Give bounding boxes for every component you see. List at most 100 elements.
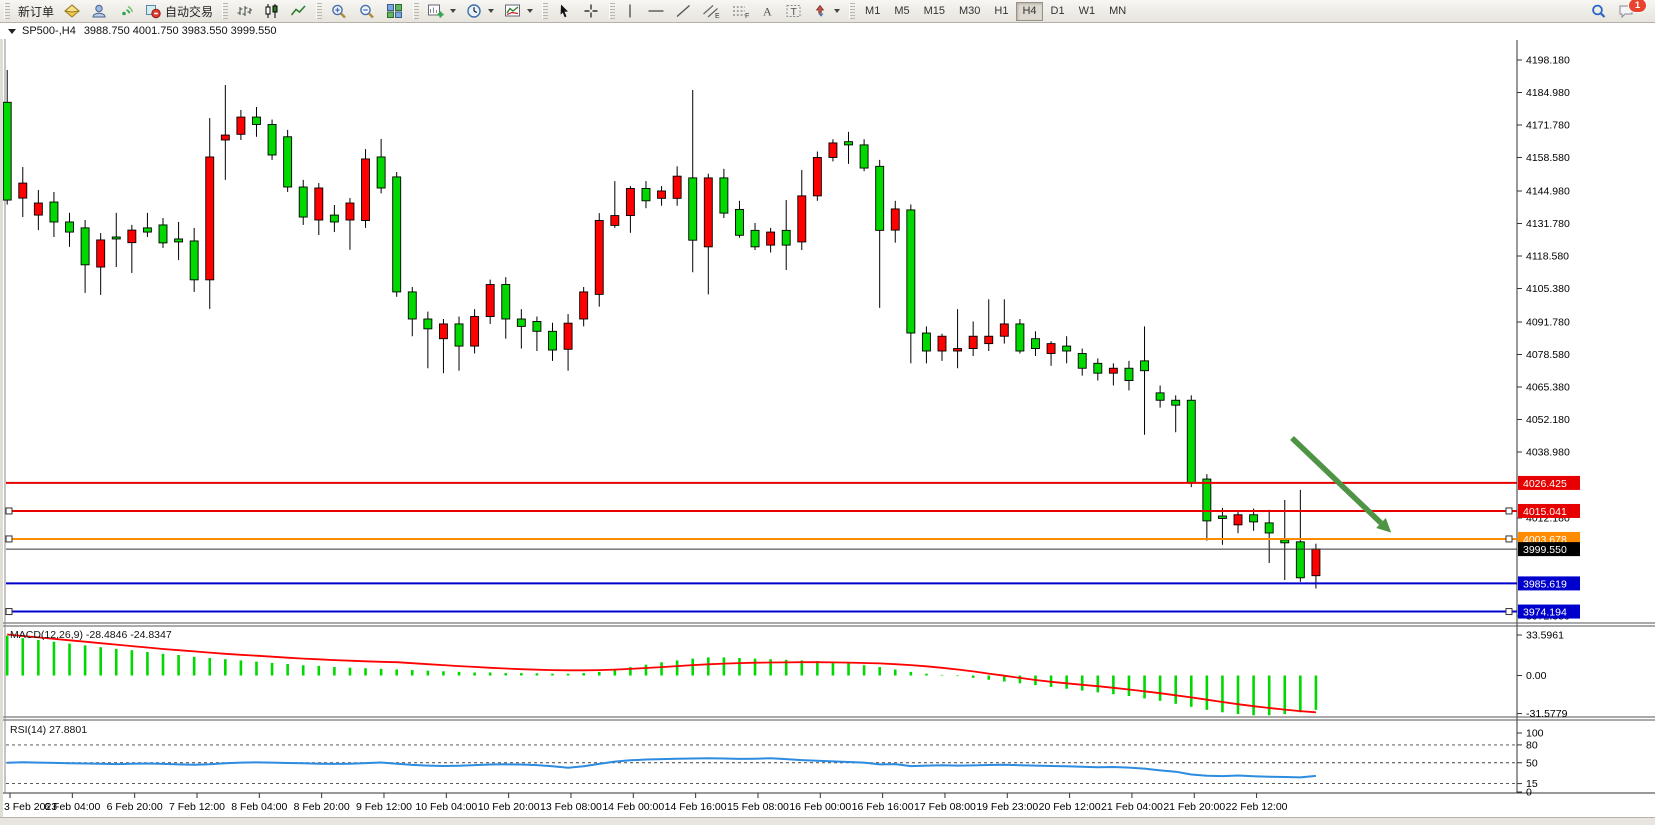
candle-up [813,157,821,195]
trend-arrow[interactable] [1292,438,1391,533]
chart-ohlc-values: 3988.750 4001.750 3983.550 3999.550 [84,25,277,37]
time-tick-label: 13 Feb 08:00 [540,801,602,813]
candle-down [284,137,292,187]
package-icon[interactable] [59,1,86,22]
candle-down [1016,324,1024,351]
arrows-shapes-icon[interactable] [808,1,845,22]
candle-down [1296,542,1304,578]
search-icon[interactable] [1585,1,1613,22]
notifications-icon[interactable]: 1 [1613,1,1641,22]
profile-icon[interactable] [86,1,113,22]
price-tick-label: 4144.980 [1526,185,1570,197]
candle-up [611,216,619,226]
candle-down [3,102,11,200]
price-tick-label: 4078.580 [1526,349,1570,361]
timeframe-h1[interactable]: H1 [988,2,1014,21]
timeframe-m1[interactable]: M1 [859,2,886,21]
collapse-chart-icon[interactable] [8,29,16,34]
line-handle[interactable] [6,609,12,615]
candle-down [330,215,338,222]
candle-down [782,230,790,245]
new-chart-button[interactable] [422,1,461,22]
timeframe-w1[interactable]: W1 [1073,2,1102,21]
text-icon[interactable]: A [755,1,780,22]
candle-up [19,183,27,198]
candle-up [439,324,447,339]
rsi-tick-label: 80 [1526,739,1538,751]
indicators-button[interactable] [499,1,538,22]
candle-up [580,292,588,319]
candle-down [1187,400,1195,482]
macd-pane: 33.59610.00-31.5779 [7,630,1567,721]
timeframe-h4[interactable]: H4 [1016,2,1042,21]
candle-down [845,142,853,145]
time-tick-label: 16 Feb 00:00 [789,801,851,813]
timeframe-m15[interactable]: M15 [918,2,951,21]
price-badge: 3985.619 [1518,576,1580,590]
candle-up [362,159,370,221]
zoom-in-icon[interactable] [325,1,353,22]
rsi-pane: 1008050150 [6,728,1544,799]
chart-canvas[interactable]: 4198.1804184.9804171.7804158.5804144.980… [0,0,1655,825]
text-label-icon[interactable]: T [780,1,808,22]
mt4-window: 新订单 自动交易 [0,0,1655,825]
candle-up [564,323,572,349]
timeframe-m30[interactable]: M30 [953,2,986,21]
fibonacci-icon[interactable]: F [726,1,755,22]
cursor-icon[interactable] [551,1,578,22]
price-tick-label: 4065.380 [1526,382,1570,394]
candle-down [735,209,743,235]
svg-text:3974.194: 3974.194 [1523,607,1567,619]
candle-up [673,176,681,198]
timeframe-mn[interactable]: MN [1103,2,1132,21]
toolbar-grip [316,3,322,19]
bar-chart-icon[interactable] [231,1,258,22]
candle-up [595,220,603,294]
candle-down [408,292,416,319]
candle-down [159,225,167,243]
line-handle[interactable] [1506,508,1512,514]
line-handle[interactable] [1506,609,1512,615]
timeframe-m5[interactable]: M5 [888,2,915,21]
autotrade-label: 自动交易 [165,3,213,20]
candle-down [1094,363,1102,373]
candle-down [268,124,276,155]
candle-up [1312,549,1320,576]
line-handle[interactable] [6,508,12,514]
line-handle[interactable] [1506,536,1512,542]
rsi-indicator-label: RSI(14) 27.8801 [10,724,87,736]
svg-text:T: T [791,6,798,18]
rsi-value: 27.8801 [49,724,87,736]
timeframe-d1[interactable]: D1 [1045,2,1071,21]
crosshair-icon[interactable] [578,1,605,22]
autotrade-button[interactable]: 自动交易 [140,1,218,22]
price-tick-label: 4118.580 [1526,251,1569,263]
candle-down [517,319,525,326]
candlestick-chart-icon[interactable] [258,1,285,22]
vertical-line-icon[interactable] [618,1,642,22]
candle-up [97,240,105,267]
candle-down [1281,540,1289,543]
candle-down [1218,516,1226,518]
candle-down [1203,479,1211,521]
candle-down [533,321,541,331]
tile-windows-icon[interactable] [381,1,409,22]
macd-tick-label: 33.5961 [1526,630,1564,642]
candle-up [128,230,136,243]
line-chart-icon[interactable] [285,1,312,22]
time-axis: 3 Feb 20236 Feb 04:006 Feb 20:007 Feb 12… [4,793,1288,813]
horizontal-line-icon[interactable] [642,1,670,22]
new-order-button[interactable]: 新订单 [13,1,59,22]
price-tick-label: 4158.580 [1526,152,1570,164]
candle-down [1265,523,1273,533]
time-tick-label: 6 Feb 04:00 [44,801,100,813]
signals-icon[interactable] [113,1,140,22]
candle-down [860,145,868,168]
svg-text:4015.041: 4015.041 [1523,506,1567,518]
trendline-icon[interactable] [670,1,697,22]
notification-badge: 1 [1628,0,1647,13]
channel-icon[interactable]: E [697,1,726,22]
line-handle[interactable] [6,536,12,542]
zoom-out-icon[interactable] [353,1,381,22]
period-clock-button[interactable] [461,1,499,22]
